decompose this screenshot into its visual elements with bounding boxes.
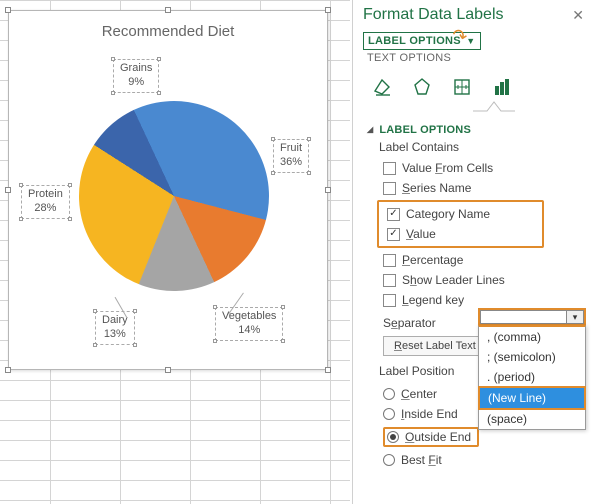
- checkbox-icon: [383, 254, 396, 267]
- tab-text-options[interactable]: TEXT OPTIONS: [363, 50, 455, 66]
- tab-label-options[interactable]: LABEL OPTIONS ▼: [363, 32, 481, 50]
- pane-title: Format Data Labels: [363, 6, 504, 24]
- checkbox-icon: [387, 228, 400, 241]
- chart-title[interactable]: Recommended Diet: [9, 11, 327, 40]
- checkbox-percentage[interactable]: Percentage: [383, 250, 582, 270]
- separator-option-newline[interactable]: (New Line): [480, 388, 584, 408]
- radio-icon: [383, 408, 395, 420]
- checkbox-value-from-cells[interactable]: Value From Cells: [383, 158, 582, 178]
- separator-option-semicolon[interactable]: ; (semicolon): [479, 347, 585, 367]
- dropdown-icon: ▼: [466, 36, 475, 46]
- separator-combobox[interactable]: ▾: [478, 308, 586, 326]
- radio-icon: [387, 431, 399, 443]
- data-label-dairy[interactable]: Dairy13%: [95, 311, 135, 345]
- data-label-grains[interactable]: Grains9%: [113, 59, 159, 93]
- fill-line-icon[interactable]: [371, 76, 393, 98]
- checkbox-icon: [383, 294, 396, 307]
- separator-option-comma[interactable]: , (comma): [479, 327, 585, 347]
- checkbox-show-leader-lines[interactable]: Show Leader Lines: [383, 270, 582, 290]
- checkbox-category-name[interactable]: Category Name: [387, 204, 528, 224]
- close-icon[interactable]: ✕: [572, 7, 584, 24]
- checkbox-icon: [383, 182, 396, 195]
- radio-best-fit[interactable]: Best Fit: [383, 450, 582, 470]
- radio-icon: [383, 454, 395, 466]
- active-tab-caret: [473, 100, 515, 114]
- checkbox-icon: [383, 162, 396, 175]
- pane-category-icons: [353, 72, 594, 98]
- data-label-vegetables[interactable]: Vegetables14%: [215, 307, 283, 341]
- separator-option-period[interactable]: . (period): [479, 367, 585, 387]
- highlight-category-value: Category Name Value: [377, 200, 544, 248]
- checkbox-icon: [383, 274, 396, 287]
- separator-option-space[interactable]: (space): [479, 409, 585, 429]
- checkbox-value[interactable]: Value: [387, 224, 528, 244]
- size-properties-icon[interactable]: [451, 76, 473, 98]
- checkbox-series-name[interactable]: Series Name: [383, 178, 582, 198]
- pie-chart[interactable]: [79, 101, 269, 291]
- label-contains-heading: Label Contains: [353, 138, 594, 158]
- checkbox-icon: [387, 208, 400, 221]
- reset-label-text-button[interactable]: Reset Label Text: [383, 336, 487, 356]
- section-label-options[interactable]: LABEL OPTIONS: [353, 114, 594, 138]
- checkbox-legend-key[interactable]: Legend key: [383, 290, 582, 310]
- chart-container[interactable]: Recommended Diet Fruit36% Vegetables14% …: [8, 10, 328, 370]
- separator-dropdown-list: , (comma) ; (semicolon) . (period) (New …: [478, 325, 586, 430]
- data-label-protein[interactable]: Protein28%: [21, 185, 70, 219]
- label-options-icon[interactable]: [491, 76, 513, 98]
- chevron-down-icon: ▾: [566, 310, 584, 324]
- radio-icon: [383, 388, 395, 400]
- effects-icon[interactable]: [411, 76, 433, 98]
- data-label-fruit[interactable]: Fruit36%: [273, 139, 309, 173]
- separator-label: Separator: [383, 316, 436, 330]
